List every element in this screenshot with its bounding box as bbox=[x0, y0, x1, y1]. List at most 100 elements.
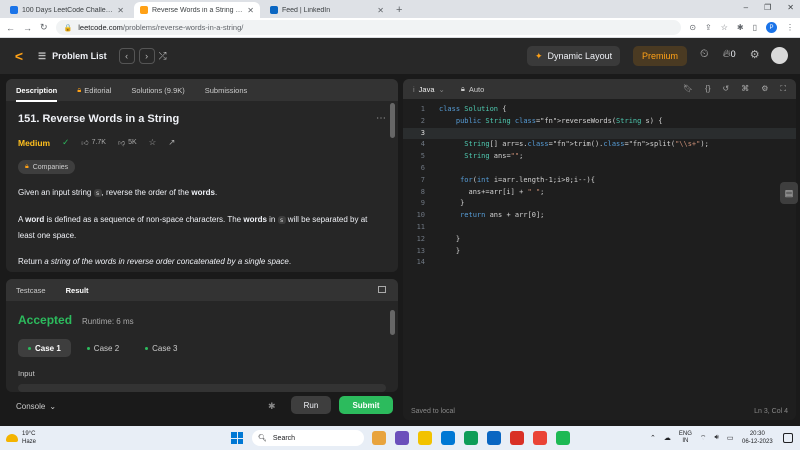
code-line[interactable]: 12 } bbox=[403, 234, 796, 246]
share-icon[interactable]: ⇪ bbox=[705, 23, 712, 32]
code-line[interactable]: 14 bbox=[403, 257, 796, 269]
case-tab-1[interactable]: Case 1 bbox=[18, 339, 71, 357]
bookmark-star-icon[interactable]: ☆ bbox=[721, 23, 728, 32]
code-line[interactable]: 7 for(int i=arr.length-1;i>0;i--){ bbox=[403, 175, 796, 187]
code-line[interactable]: 13 } bbox=[403, 246, 796, 258]
taskbar-app-icon[interactable] bbox=[487, 431, 501, 445]
code-line[interactable]: 4 String[] arr=s.class="fn">trim().class… bbox=[403, 139, 796, 151]
tab-description[interactable]: Description bbox=[16, 86, 58, 102]
tab-result[interactable]: Result bbox=[66, 286, 89, 295]
description-scrollbar[interactable] bbox=[390, 103, 395, 138]
code-line[interactable]: 1 class Solution { bbox=[403, 104, 796, 116]
close-icon[interactable]: ✕ bbox=[247, 6, 254, 15]
system-tray: ⌃ ☁ ENG IN ⌔ 🔊︎ ▭ bbox=[650, 431, 734, 445]
tab-solutions[interactable]: Solutions (9.9K) bbox=[131, 86, 184, 95]
taskbar-clock[interactable]: 20:30 06-12-2023 bbox=[742, 430, 773, 446]
browser-tab-100days[interactable]: 100 Days LeetCode Challenge - ... ✕ bbox=[4, 2, 130, 18]
close-window-button[interactable]: ✕ bbox=[787, 3, 794, 12]
leetcode-logo-icon[interactable]: < bbox=[12, 48, 26, 64]
chevron-up-icon[interactable]: ⌃ bbox=[650, 434, 656, 442]
extensions-icon[interactable]: ✱ bbox=[737, 23, 744, 32]
windows-start-icon[interactable] bbox=[231, 432, 243, 444]
notes-icon[interactable]: ▤ bbox=[780, 182, 798, 204]
taskbar-app-icon[interactable] bbox=[556, 431, 570, 445]
forward-arrow-icon[interactable]: → bbox=[23, 23, 32, 33]
like-button[interactable]: 👍︎ 7.7K bbox=[81, 138, 106, 147]
code-line[interactable]: 11 bbox=[403, 222, 796, 234]
taskbar-app-icon[interactable] bbox=[418, 431, 432, 445]
url-field[interactable]: 🔒 leetcode.com/problems/reverse-words-in… bbox=[55, 20, 682, 35]
console-bar: Console ⌄ ✱ Run Submit bbox=[6, 395, 398, 417]
taskbar-app-icon[interactable] bbox=[510, 431, 524, 445]
taskbar-app-icon[interactable] bbox=[441, 431, 455, 445]
weather-widget[interactable]: 19°C Haze bbox=[0, 430, 36, 446]
code-area[interactable]: 1 class Solution {2 public String class="… bbox=[403, 104, 796, 269]
streak-button[interactable]: 🔥︎0 bbox=[723, 48, 736, 61]
notification-icon[interactable] bbox=[783, 433, 793, 443]
next-problem-button[interactable]: › bbox=[138, 48, 155, 64]
menu-kebab-icon[interactable]: ⋮ bbox=[786, 23, 794, 32]
companies-tag[interactable]: 🔒︎ Companies bbox=[18, 160, 76, 174]
settings-gear-icon[interactable]: ⚙ bbox=[750, 48, 760, 61]
autosave-toggle[interactable]: 🔒︎ Auto bbox=[461, 84, 484, 94]
taskbar-app-icon[interactable] bbox=[395, 431, 409, 445]
google-lens-icon[interactable]: ⊙ bbox=[689, 23, 696, 32]
debugger-icon[interactable]: ✱ bbox=[268, 401, 276, 412]
taskbar-app-icon[interactable] bbox=[372, 431, 386, 445]
code-line[interactable]: 3 bbox=[403, 127, 796, 140]
code-line[interactable]: 5 String ans=""; bbox=[403, 151, 796, 163]
share-link-icon[interactable]: ↗ bbox=[168, 137, 175, 148]
problem-list-button[interactable]: ☰ Problem List bbox=[38, 51, 107, 62]
new-tab-button[interactable]: + bbox=[396, 4, 402, 16]
timer-icon[interactable]: ⏲ bbox=[700, 48, 709, 61]
minimize-button[interactable]: – bbox=[744, 3, 748, 12]
maximize-button[interactable]: ❐ bbox=[764, 3, 771, 12]
close-icon[interactable]: ✕ bbox=[377, 6, 384, 15]
premium-button[interactable]: Premium bbox=[633, 46, 687, 66]
prev-problem-button[interactable]: ‹ bbox=[118, 48, 135, 64]
run-button[interactable]: Run bbox=[291, 396, 331, 414]
case-tab-2[interactable]: Case 2 bbox=[77, 339, 129, 357]
sidepanel-icon[interactable]: ▯ bbox=[753, 23, 757, 32]
profile-avatar[interactable]: P bbox=[766, 22, 777, 33]
bookmark-icon[interactable]: 🔖︎ bbox=[683, 84, 693, 94]
code-line[interactable]: 8 ans+=arr[i] + " "; bbox=[403, 187, 796, 199]
dynamic-layout-button[interactable]: ✦ Dynamic Layout bbox=[527, 46, 621, 66]
taskbar-app-icon[interactable] bbox=[533, 431, 547, 445]
more-options-icon[interactable]: ⋯ bbox=[376, 113, 386, 125]
code-line[interactable]: 9 } bbox=[403, 198, 796, 210]
command-icon[interactable]: ⌘ bbox=[741, 84, 749, 94]
wifi-icon[interactable]: ⌔ bbox=[700, 434, 707, 443]
close-icon[interactable]: ✕ bbox=[117, 6, 124, 15]
reload-icon[interactable]: ↻ bbox=[40, 22, 48, 33]
volume-icon[interactable]: 🔊︎ bbox=[714, 434, 718, 442]
dislike-button[interactable]: 👎︎ 5K bbox=[118, 138, 137, 147]
code-line[interactable]: 6 bbox=[403, 163, 796, 175]
back-arrow-icon[interactable]: ← bbox=[6, 23, 15, 33]
tab-submissions[interactable]: Submissions bbox=[205, 86, 248, 95]
language-select[interactable]: i Java ⌄ bbox=[413, 85, 445, 94]
browser-tab-reverse-words[interactable]: Reverse Words in a String - LeetC... ✕ bbox=[134, 2, 260, 18]
case-tab-3[interactable]: Case 3 bbox=[135, 339, 187, 357]
user-avatar[interactable] bbox=[771, 47, 788, 64]
settings-gear-icon[interactable]: ⚙ bbox=[761, 84, 768, 94]
reset-icon[interactable]: ↺ bbox=[723, 84, 730, 94]
tab-editorial[interactable]: 🔒︎ Editorial bbox=[77, 85, 111, 95]
taskbar-app-icon[interactable] bbox=[464, 431, 478, 445]
code-line[interactable]: 10 return ans + arr[0]; bbox=[403, 210, 796, 222]
input-language[interactable]: ENG IN bbox=[679, 431, 692, 445]
code-line[interactable]: 2 public String class="fn">reverseWords(… bbox=[403, 116, 796, 128]
shuffle-icon[interactable]: ⤮ bbox=[159, 51, 167, 62]
battery-icon[interactable]: ▭ bbox=[727, 434, 734, 442]
favorite-star-icon[interactable]: ☆ bbox=[149, 137, 157, 148]
browser-tab-linkedin[interactable]: Feed | LinkedIn ✕ bbox=[264, 2, 390, 18]
braces-icon[interactable]: {} bbox=[705, 84, 710, 94]
tab-testcase[interactable]: Testcase bbox=[16, 286, 46, 295]
maximize-panel-icon[interactable] bbox=[378, 286, 386, 293]
submit-button[interactable]: Submit bbox=[339, 396, 393, 414]
result-scrollbar[interactable] bbox=[390, 310, 395, 335]
console-toggle[interactable]: Console ⌄ bbox=[16, 402, 56, 411]
cloud-icon[interactable]: ☁ bbox=[664, 434, 671, 442]
taskbar-search-box[interactable]: 🔍︎ Search bbox=[252, 430, 364, 446]
fullscreen-icon[interactable]: ⛶ bbox=[780, 84, 786, 94]
